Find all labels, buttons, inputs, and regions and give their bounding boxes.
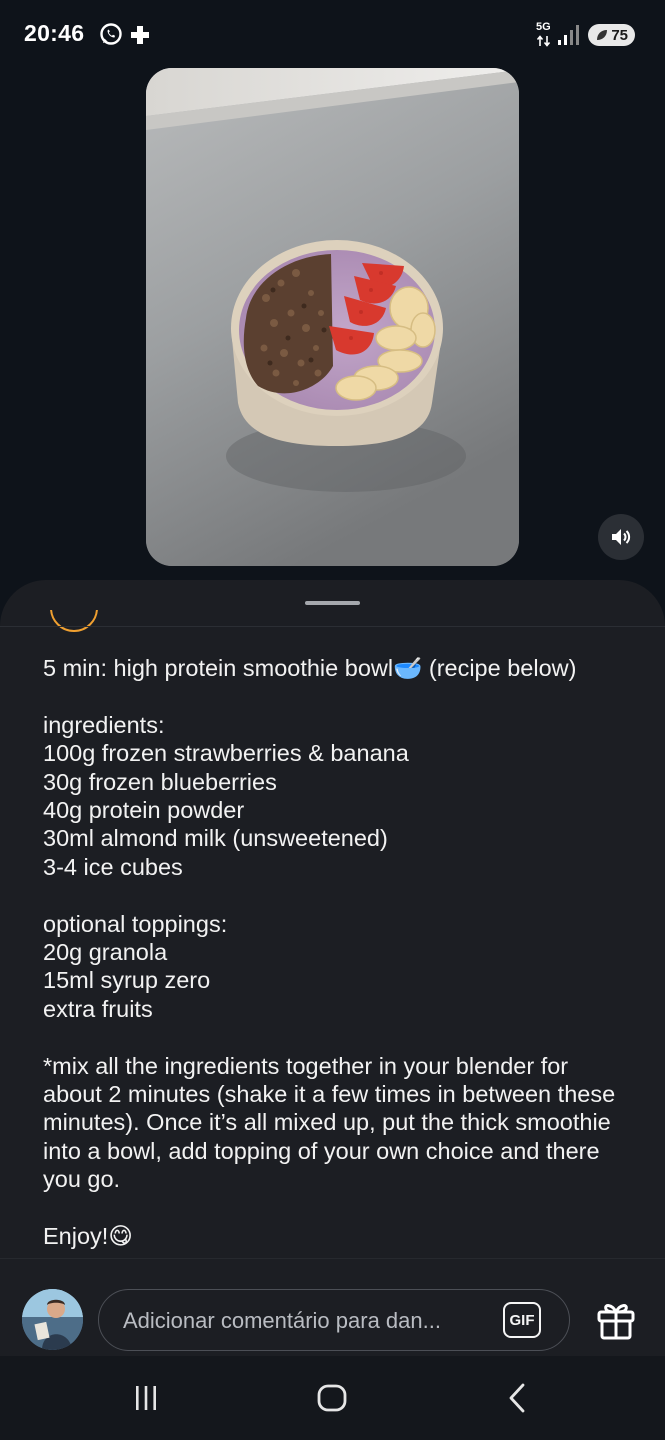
smoothie-bowl-image <box>146 68 519 566</box>
comment-placeholder: Adicionar comentário para dan... <box>123 1308 441 1333</box>
avatar <box>22 1289 83 1350</box>
battery-indicator: 75 <box>588 24 635 46</box>
comment-composer: Adicionar comentário para dan... GIF <box>0 1258 665 1357</box>
caption-ingredients: ingredients: 100g frozen strawberries & … <box>43 711 409 880</box>
post-caption: 5 min: high protein smoothie bowl🥣 (reci… <box>43 654 633 1250</box>
caption-toppings: optional toppings: 20g granola 15ml syru… <box>43 910 228 1022</box>
signal-icon <box>557 24 579 51</box>
battery-level: 75 <box>611 26 628 44</box>
gift-button[interactable] <box>594 1298 638 1342</box>
nav-back-button[interactable] <box>498 1378 538 1418</box>
comment-input[interactable]: Adicionar comentário para dan... GIF <box>98 1289 570 1351</box>
caption-signoff: Enjoy!😋 <box>43 1223 133 1250</box>
status-time: 20:46 <box>24 20 85 46</box>
caption-title: 5 min: high protein smoothie bowl🥣 (reci… <box>43 655 577 681</box>
gif-button[interactable]: GIF <box>503 1302 541 1338</box>
sound-toggle-button[interactable] <box>598 514 644 560</box>
gift-icon <box>597 1304 635 1340</box>
data-arrows-icon <box>536 34 551 52</box>
battery-saver-icon <box>597 30 607 40</box>
nav-recents-button[interactable] <box>126 1378 166 1418</box>
post-video[interactable] <box>146 68 519 566</box>
author-avatar-ring <box>50 610 98 634</box>
sheet-divider <box>0 626 665 627</box>
plus-notification-icon <box>129 24 151 51</box>
nav-home-button[interactable] <box>312 1378 352 1418</box>
system-nav-bar <box>0 1356 665 1440</box>
caption-instructions: *mix all the ingredients together in you… <box>43 1052 616 1193</box>
sheet-drag-handle[interactable] <box>305 601 360 605</box>
whatsapp-icon <box>98 22 124 53</box>
back-icon <box>509 1383 525 1413</box>
speaker-icon <box>612 529 631 545</box>
user-avatar-image <box>22 1289 83 1350</box>
network-type: 5G <box>536 21 551 33</box>
reel-comments-screen: 20:46 5G 75 5 min: high protein smoothie… <box>0 0 665 1440</box>
status-bar: 20:46 5G 75 <box>0 0 665 66</box>
recents-icon <box>136 1386 156 1410</box>
home-icon <box>317 1384 347 1412</box>
